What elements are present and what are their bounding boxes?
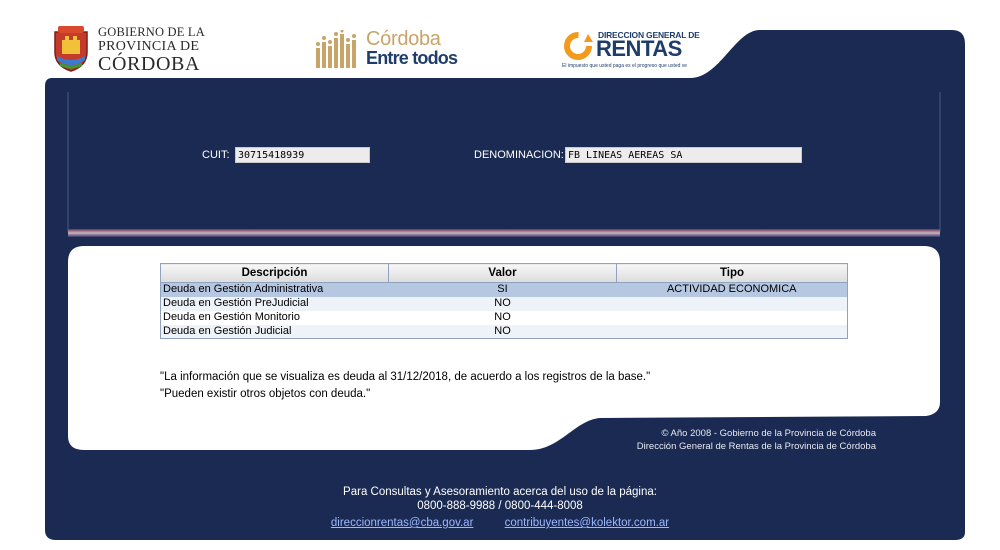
table-row[interactable]: Deuda en Gestión Monitorio NO <box>160 310 848 325</box>
copyright-line1: © Año 2008 - Gobierno de la Provincia de… <box>661 428 876 439</box>
table-header-row: Descripción Valor Tipo <box>160 263 848 283</box>
entre-todos-wordmark: Entre todos <box>366 48 458 68</box>
rentas-logo: DIRECCION GENERAL DE RENTAS El impuesto … <box>562 28 702 72</box>
column-header-tipo[interactable]: Tipo <box>616 263 848 283</box>
copyright-line2: Dirección General de Rentas de la Provin… <box>636 441 876 452</box>
rentas-ring-icon <box>564 32 593 60</box>
cell-descripcion: Deuda en Gestión Monitorio <box>160 310 389 325</box>
cell-valor: NO <box>388 324 617 339</box>
cuit-label: CUIT: <box>202 149 230 161</box>
footer-phones: 0800-888-9988 / 0800-444-8008 <box>417 500 583 512</box>
cell-valor: NO <box>388 310 617 325</box>
gobierno-line3: CÓRDOBA <box>98 52 200 75</box>
cell-valor: SI <box>388 282 617 297</box>
cordoba-entre-todos-logo: Córdoba Entre todos <box>316 26 466 72</box>
bars-icon <box>316 30 356 68</box>
gobierno-cordoba-logo: GOBIERNO DE LA PROVINCIA DE CÓRDOBA <box>52 24 222 74</box>
cell-tipo <box>616 310 848 325</box>
column-header-valor[interactable]: Valor <box>388 263 617 283</box>
other-objects-note: "Pueden existir otros objetos con deuda.… <box>160 388 371 400</box>
rentas-line2: RENTAS <box>596 36 682 61</box>
cell-descripcion: Deuda en Gestión Judicial <box>160 324 389 339</box>
deuda-table: Descripción Valor Tipo Deuda en Gestión … <box>160 263 848 339</box>
table-row[interactable]: Deuda en Gestión PreJudicial NO <box>160 296 848 311</box>
cell-tipo <box>616 296 848 311</box>
cell-descripcion: Deuda en Gestión Administrativa <box>160 282 389 297</box>
email-link-direccionrentas[interactable]: direccionrentas@cba.gov.ar <box>331 517 474 529</box>
gobierno-line2: PROVINCIA DE <box>98 38 200 54</box>
coat-of-arms-icon <box>54 26 88 72</box>
column-header-descripcion[interactable]: Descripción <box>160 263 389 283</box>
cell-descripcion: Deuda en Gestión PreJudicial <box>160 296 389 311</box>
cell-tipo: ACTIVIDAD ECONOMICA <box>616 282 848 297</box>
table-row[interactable]: Deuda en Gestión Administrativa SI ACTIV… <box>160 282 848 297</box>
footer-consultas: Para Consultas y Asesoramiento acerca de… <box>343 486 657 498</box>
cell-valor: NO <box>388 296 617 311</box>
denominacion-field[interactable]: FB LINEAS AEREAS SA <box>565 147 802 163</box>
cell-tipo <box>616 324 848 339</box>
denominacion-label: DENOMINACION: <box>474 149 564 161</box>
rentas-slogan: El impuesto que usted paga es el progres… <box>562 63 688 69</box>
info-note: "La información que se visualiza es deud… <box>160 371 651 383</box>
cuit-field[interactable]: 30715418939 <box>235 147 370 163</box>
table-row[interactable]: Deuda en Gestión Judicial NO <box>160 324 848 339</box>
footer-links: direccionrentas@cba.gov.ar contribuyente… <box>0 517 1000 529</box>
gobierno-line1: GOBIERNO DE LA <box>98 25 205 39</box>
email-link-contribuyentes[interactable]: contribuyentes@kolektor.com.ar <box>505 517 669 529</box>
